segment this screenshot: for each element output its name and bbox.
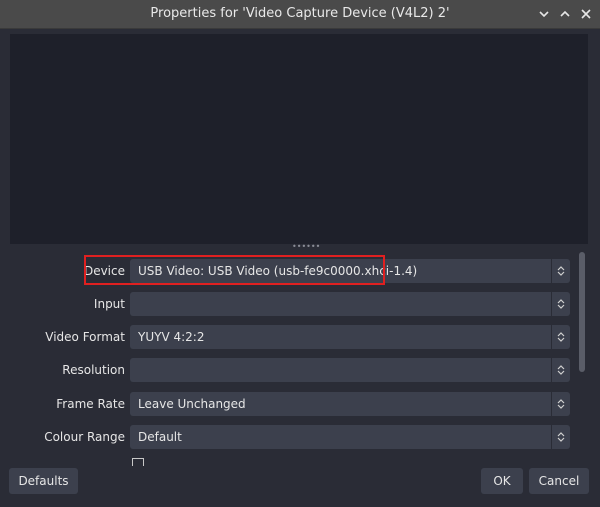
frame-rate-combobox[interactable]: Leave Unchanged [130, 392, 570, 416]
property-row-video-format: Video Format YUYV 4:2:2 [0, 325, 600, 349]
input-label: Input [93, 297, 125, 311]
video-format-label: Video Format [45, 330, 125, 344]
frame-rate-label: Frame Rate [56, 397, 125, 411]
window-title: Properties for 'Video Capture Device (V4… [150, 6, 450, 21]
splitter-handle[interactable]: •••••• [292, 243, 320, 251]
title-bar: Properties for 'Video Capture Device (V4… [0, 0, 600, 29]
colour-range-value: Default [138, 430, 182, 444]
property-row-colour-range: Colour Range Default [0, 425, 600, 449]
close-icon[interactable] [578, 6, 594, 22]
partial-checkbox[interactable] [132, 458, 144, 466]
video-format-value: YUYV 4:2:2 [138, 330, 205, 344]
property-row-resolution: Resolution [0, 358, 600, 382]
device-label: Device [83, 264, 125, 278]
resolution-combobox[interactable] [130, 358, 570, 382]
device-combobox[interactable]: USB Video: USB Video (usb-fe9c0000.xhci-… [130, 259, 570, 283]
video-format-combobox[interactable]: YUYV 4:2:2 [130, 325, 570, 349]
device-value: USB Video: USB Video (usb-fe9c0000.xhci-… [138, 264, 418, 278]
updown-arrows-icon [551, 292, 570, 316]
property-row-frame-rate: Frame Rate Leave Unchanged [0, 392, 600, 416]
chevron-up-icon[interactable] [557, 6, 573, 22]
ok-button[interactable]: OK [481, 468, 523, 494]
defaults-button[interactable]: Defaults [9, 468, 78, 494]
colour-range-label: Colour Range [44, 430, 125, 444]
updown-arrows-icon [551, 425, 570, 449]
updown-arrows-icon [551, 392, 570, 416]
property-row-input: Input [0, 292, 600, 316]
frame-rate-value: Leave Unchanged [138, 397, 246, 411]
updown-arrows-icon [551, 325, 570, 349]
source-preview [10, 34, 588, 244]
chevron-down-icon[interactable] [536, 6, 552, 22]
updown-arrows-icon [551, 259, 570, 283]
updown-arrows-icon [551, 358, 570, 382]
properties-scrollbar[interactable] [579, 252, 585, 372]
input-combobox[interactable] [130, 292, 570, 316]
resolution-label: Resolution [62, 363, 125, 377]
colour-range-combobox[interactable]: Default [130, 425, 570, 449]
property-row-device: Device USB Video: USB Video (usb-fe9c000… [0, 259, 600, 283]
cancel-button[interactable]: Cancel [529, 468, 589, 494]
